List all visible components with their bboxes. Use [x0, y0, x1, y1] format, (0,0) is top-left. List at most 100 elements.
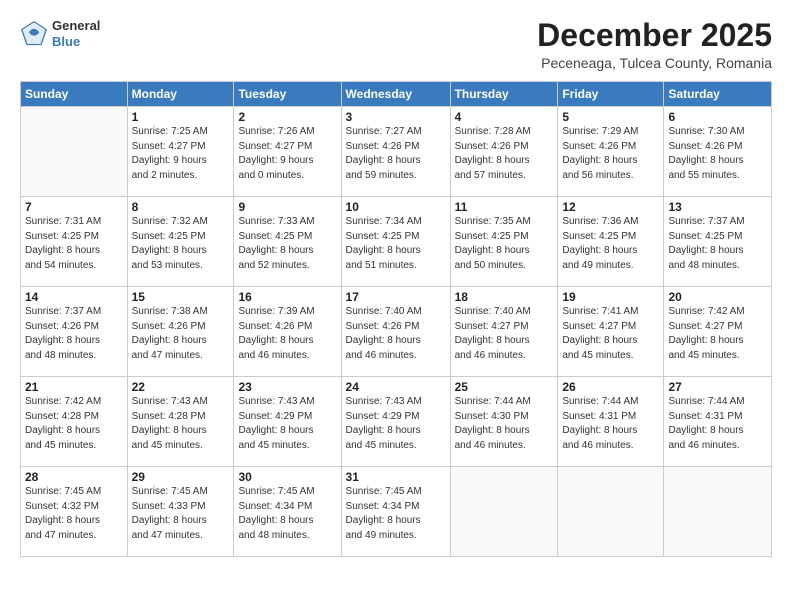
sunrise-text: Sunrise: 7:27 AM — [346, 125, 446, 140]
day-cell: 5Sunrise: 7:29 AMSunset: 4:26 PMDaylight… — [558, 107, 664, 197]
sunset-text: Sunset: 4:29 PM — [238, 410, 336, 425]
day-number: 9 — [238, 200, 336, 214]
daylight-text2: and 57 minutes. — [455, 169, 554, 184]
day-info: Sunrise: 7:45 AMSunset: 4:32 PMDaylight:… — [25, 485, 123, 543]
daylight-text: Daylight: 8 hours — [455, 154, 554, 169]
day-number: 28 — [25, 470, 123, 484]
sunrise-text: Sunrise: 7:45 AM — [346, 485, 446, 500]
sunset-text: Sunset: 4:26 PM — [346, 320, 446, 335]
sunset-text: Sunset: 4:33 PM — [132, 500, 230, 515]
day-info: Sunrise: 7:30 AMSunset: 4:26 PMDaylight:… — [668, 125, 767, 183]
daylight-text2: and 49 minutes. — [562, 259, 659, 274]
daylight-text: Daylight: 8 hours — [562, 424, 659, 439]
day-number: 27 — [668, 380, 767, 394]
daylight-text: Daylight: 8 hours — [346, 424, 446, 439]
sunset-text: Sunset: 4:25 PM — [346, 230, 446, 245]
daylight-text: Daylight: 8 hours — [562, 334, 659, 349]
day-number: 8 — [132, 200, 230, 214]
daylight-text2: and 45 minutes. — [562, 349, 659, 364]
daylight-text: Daylight: 8 hours — [25, 424, 123, 439]
daylight-text: Daylight: 8 hours — [562, 244, 659, 259]
daylight-text: Daylight: 8 hours — [132, 424, 230, 439]
daylight-text2: and 56 minutes. — [562, 169, 659, 184]
daylight-text: Daylight: 8 hours — [668, 424, 767, 439]
day-number: 10 — [346, 200, 446, 214]
day-cell — [450, 467, 558, 557]
sunrise-text: Sunrise: 7:44 AM — [562, 395, 659, 410]
header-cell-monday: Monday — [127, 82, 234, 107]
day-info: Sunrise: 7:28 AMSunset: 4:26 PMDaylight:… — [455, 125, 554, 183]
week-row-2: 14Sunrise: 7:37 AMSunset: 4:26 PMDayligh… — [21, 287, 772, 377]
day-info: Sunrise: 7:42 AMSunset: 4:28 PMDaylight:… — [25, 395, 123, 453]
day-number: 24 — [346, 380, 446, 394]
day-number: 2 — [238, 110, 336, 124]
sunset-text: Sunset: 4:26 PM — [668, 140, 767, 155]
day-number: 1 — [132, 110, 230, 124]
daylight-text2: and 45 minutes. — [346, 439, 446, 454]
day-cell: 17Sunrise: 7:40 AMSunset: 4:26 PMDayligh… — [341, 287, 450, 377]
sunset-text: Sunset: 4:34 PM — [346, 500, 446, 515]
day-cell: 21Sunrise: 7:42 AMSunset: 4:28 PMDayligh… — [21, 377, 128, 467]
day-cell: 1Sunrise: 7:25 AMSunset: 4:27 PMDaylight… — [127, 107, 234, 197]
header-cell-wednesday: Wednesday — [341, 82, 450, 107]
daylight-text: Daylight: 8 hours — [668, 154, 767, 169]
day-info: Sunrise: 7:25 AMSunset: 4:27 PMDaylight:… — [132, 125, 230, 183]
daylight-text2: and 45 minutes. — [132, 439, 230, 454]
day-info: Sunrise: 7:43 AMSunset: 4:28 PMDaylight:… — [132, 395, 230, 453]
location: Peceneaga, Tulcea County, Romania — [537, 55, 772, 71]
daylight-text: Daylight: 8 hours — [346, 154, 446, 169]
sunrise-text: Sunrise: 7:34 AM — [346, 215, 446, 230]
day-cell: 16Sunrise: 7:39 AMSunset: 4:26 PMDayligh… — [234, 287, 341, 377]
header-cell-tuesday: Tuesday — [234, 82, 341, 107]
sunrise-text: Sunrise: 7:30 AM — [668, 125, 767, 140]
day-number: 21 — [25, 380, 123, 394]
day-number: 14 — [25, 290, 123, 304]
daylight-text2: and 47 minutes. — [132, 349, 230, 364]
month-title: December 2025 — [537, 18, 772, 53]
day-number: 15 — [132, 290, 230, 304]
logo-blue-text: Blue — [52, 34, 100, 50]
day-number: 17 — [346, 290, 446, 304]
day-number: 30 — [238, 470, 336, 484]
sunset-text: Sunset: 4:28 PM — [132, 410, 230, 425]
sunrise-text: Sunrise: 7:45 AM — [25, 485, 123, 500]
sunset-text: Sunset: 4:26 PM — [132, 320, 230, 335]
day-cell: 31Sunrise: 7:45 AMSunset: 4:34 PMDayligh… — [341, 467, 450, 557]
logo-general-text: General — [52, 18, 100, 34]
sunrise-text: Sunrise: 7:43 AM — [132, 395, 230, 410]
sunrise-text: Sunrise: 7:26 AM — [238, 125, 336, 140]
day-info: Sunrise: 7:37 AMSunset: 4:25 PMDaylight:… — [668, 215, 767, 273]
daylight-text2: and 48 minutes. — [25, 349, 123, 364]
sunset-text: Sunset: 4:25 PM — [238, 230, 336, 245]
sunset-text: Sunset: 4:26 PM — [562, 140, 659, 155]
day-cell: 2Sunrise: 7:26 AMSunset: 4:27 PMDaylight… — [234, 107, 341, 197]
day-info: Sunrise: 7:45 AMSunset: 4:34 PMDaylight:… — [346, 485, 446, 543]
sunrise-text: Sunrise: 7:29 AM — [562, 125, 659, 140]
day-number: 18 — [455, 290, 554, 304]
daylight-text2: and 46 minutes. — [455, 349, 554, 364]
day-number: 29 — [132, 470, 230, 484]
day-info: Sunrise: 7:43 AMSunset: 4:29 PMDaylight:… — [238, 395, 336, 453]
header-row: SundayMondayTuesdayWednesdayThursdayFrid… — [21, 82, 772, 107]
day-number: 16 — [238, 290, 336, 304]
header-cell-saturday: Saturday — [664, 82, 772, 107]
daylight-text: Daylight: 8 hours — [455, 424, 554, 439]
sunrise-text: Sunrise: 7:45 AM — [132, 485, 230, 500]
daylight-text: Daylight: 8 hours — [455, 244, 554, 259]
sunrise-text: Sunrise: 7:44 AM — [668, 395, 767, 410]
day-info: Sunrise: 7:38 AMSunset: 4:26 PMDaylight:… — [132, 305, 230, 363]
sunrise-text: Sunrise: 7:42 AM — [25, 395, 123, 410]
sunset-text: Sunset: 4:26 PM — [25, 320, 123, 335]
daylight-text: Daylight: 8 hours — [132, 514, 230, 529]
day-info: Sunrise: 7:36 AMSunset: 4:25 PMDaylight:… — [562, 215, 659, 273]
day-cell: 15Sunrise: 7:38 AMSunset: 4:26 PMDayligh… — [127, 287, 234, 377]
day-cell: 6Sunrise: 7:30 AMSunset: 4:26 PMDaylight… — [664, 107, 772, 197]
sunset-text: Sunset: 4:25 PM — [668, 230, 767, 245]
daylight-text2: and 59 minutes. — [346, 169, 446, 184]
logo-text: General Blue — [52, 18, 100, 49]
sunset-text: Sunset: 4:26 PM — [346, 140, 446, 155]
day-cell: 4Sunrise: 7:28 AMSunset: 4:26 PMDaylight… — [450, 107, 558, 197]
header-cell-thursday: Thursday — [450, 82, 558, 107]
day-cell: 10Sunrise: 7:34 AMSunset: 4:25 PMDayligh… — [341, 197, 450, 287]
daylight-text2: and 46 minutes. — [346, 349, 446, 364]
